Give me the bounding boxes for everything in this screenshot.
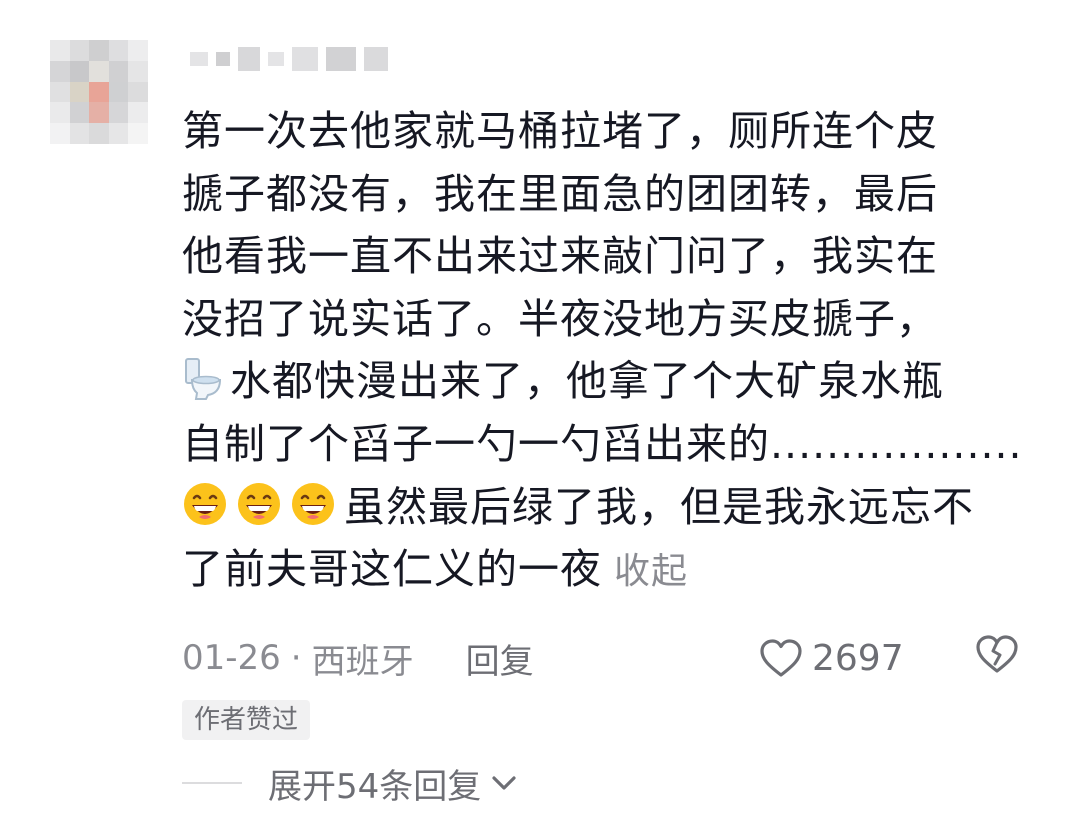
author-liked-badge: 作者赞过: [182, 700, 311, 740]
comment-line-text: 了前夫哥这仁义的一夜: [182, 545, 602, 594]
comment-line-with-emoji: 水都快漫出来了，他拿了个大矿泉水瓶: [182, 350, 1042, 413]
grinning-face-emoji: [184, 482, 226, 525]
comment-line-with-emoji: 虽然最后绿了我，但是我永远忘不: [182, 476, 1042, 539]
comment-line: 他看我一直不出来过来敲门问了，我实在: [182, 232, 938, 281]
username-blurred[interactable]: [190, 38, 418, 80]
comment-line: 第一次去他家就马桶拉堵了，厕所连个皮: [182, 107, 938, 155]
meta-separator: ·: [290, 638, 302, 678]
like-button[interactable]: 2697: [758, 637, 904, 679]
comment-meta-bar: 01-26 · 西班牙 回复 2697: [182, 628, 1040, 688]
comment-line: 没招了说实话了。半夜没地方买皮搋子，: [182, 294, 938, 343]
chevron-down-icon: [492, 776, 516, 790]
comment-line: 自制了个舀子一勺一勺舀出来的..................: [182, 419, 1023, 468]
avatar[interactable]: [50, 40, 148, 144]
reply-button[interactable]: 回复: [466, 634, 534, 683]
like-count: 2697: [812, 637, 904, 679]
grinning-face-emoji: [292, 482, 334, 525]
toilet-emoji: [185, 358, 222, 401]
comment-date: 01-26: [182, 638, 281, 678]
broken-heart-icon: [976, 634, 1018, 673]
grinning-face-emoji: [238, 482, 280, 525]
comment-line-last: 了前夫哥这仁义的一夜 收起: [182, 538, 1042, 601]
expand-replies-button[interactable]: 展开54条回复: [182, 758, 517, 808]
heart-icon: [760, 639, 802, 677]
comment-text: 第一次去他家就马桶拉堵了，厕所连个皮 搋子都没有，我在里面急的团团转，最后 他看…: [182, 100, 1042, 601]
comment-location: 西班牙: [311, 641, 414, 682]
comment-line-text: 水都快漫出来了，他拿了个大矿泉水瓶: [230, 357, 944, 406]
comment-line-text: 虽然最后绿了我，但是我永远忘不: [344, 482, 974, 531]
collapse-link[interactable]: 收起: [614, 551, 688, 592]
expand-replies-label: 展开54条回复: [268, 766, 482, 807]
dislike-button[interactable]: [974, 633, 1020, 684]
comment-line: 搋子都没有，我在里面急的团团转，最后: [182, 169, 938, 218]
divider: [182, 782, 242, 784]
